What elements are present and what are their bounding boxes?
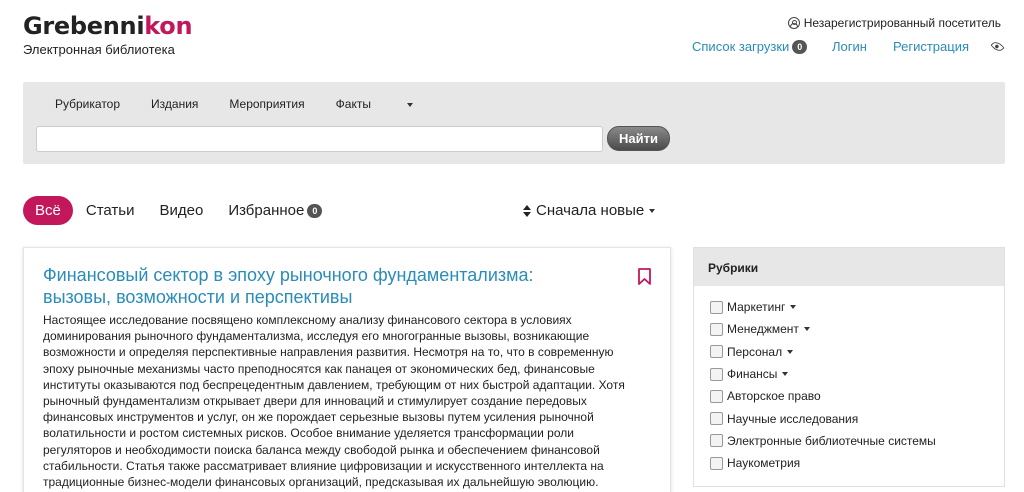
tab-articles[interactable]: Статьи [86,202,135,219]
sort-label: Сначала новые [536,202,645,219]
logo-text-main: Grebenni [23,12,145,40]
sidebar-title: Рубрики [694,248,1004,286]
rubric-label: Финансы [727,367,778,382]
rubric-item-finance[interactable]: Финансы [710,363,1004,385]
tab-favorites-label: Избранное [228,202,305,219]
rubric-label: Маркетинг [727,300,786,315]
sort-icon [523,204,532,217]
rubric-label: Персонал [727,344,783,359]
tab-video[interactable]: Видео [159,202,203,219]
chevron-down-icon[interactable] [790,305,797,310]
rubric-list: Маркетинг Менеджмент Персонал Финансы Ав… [694,286,1004,474]
logo-text-accent: kon [144,12,193,40]
checkbox[interactable] [710,345,723,359]
rubric-label: Наукометрия [727,456,801,471]
rubric-item-research[interactable]: Научные исследования [710,407,1004,429]
rubric-item-library-systems[interactable]: Электронные библиотечные системы [710,430,1004,452]
tab-all[interactable]: Всё [23,196,73,225]
checkbox[interactable] [710,456,723,470]
menu-item-events[interactable]: Мероприятия [229,97,304,111]
favorites-count-badge: 0 [307,203,323,218]
sort-dropdown[interactable]: Сначала новые [523,202,656,219]
article-card: Финансовый сектор в эпоху рыночного фунд… [23,247,671,492]
rubric-label: Авторское право [727,389,821,404]
search-panel: Рубрикатор Издания Мероприятия Факты Най… [23,82,1005,164]
checkbox[interactable] [710,322,723,336]
rubric-item-personnel[interactable]: Персонал [710,341,1004,363]
register-link[interactable]: Регистрация [893,39,969,54]
site-tagline: Электронная библиотека [23,42,175,57]
article-title[interactable]: Финансовый сектор в эпоху рыночного фунд… [43,264,603,308]
user-icon [787,17,800,29]
eye-icon[interactable] [990,39,1005,54]
checkbox[interactable] [710,300,723,314]
checkbox[interactable] [710,367,723,381]
chevron-down-icon [649,208,656,213]
login-link[interactable]: Логин [832,39,867,54]
chevron-down-icon [406,102,413,107]
article-abstract: Настоящее исследование посвящено комплек… [43,313,625,490]
checkbox[interactable] [710,434,723,448]
rubric-item-marketing[interactable]: Маркетинг [710,296,1004,318]
search-button[interactable]: Найти [607,126,670,151]
rubrics-sidebar: Рубрики Маркетинг Менеджмент Персонал Фи… [693,247,1005,487]
downloads-label: Список загрузки [692,39,790,54]
menu-item-rubricator[interactable]: Рубрикатор [55,97,120,111]
downloads-link[interactable]: Список загрузки 0 [692,39,808,54]
rubric-item-management[interactable]: Менеджмент [710,318,1004,340]
rubric-item-copyright[interactable]: Авторское право [710,385,1004,407]
rubric-label: Менеджмент [727,322,799,337]
visitor-label: Незарегистрированный посетитель [803,16,1001,30]
menu-item-editions[interactable]: Издания [151,97,198,111]
chevron-down-icon[interactable] [787,349,794,354]
site-logo[interactable]: Grebennikon [23,12,193,40]
search-input[interactable] [36,126,603,152]
rubric-item-scientometrics[interactable]: Наукометрия [710,452,1004,474]
checkbox[interactable] [710,412,723,426]
main-menu: Рубрикатор Издания Мероприятия Факты [55,97,475,111]
menu-item-facts-label: Факты [335,97,371,111]
rubric-label: Электронные библиотечные системы [727,433,936,448]
chevron-down-icon[interactable] [782,372,789,377]
content-filter-tabs: Всё Статьи Видео Избранное 0 [23,196,347,225]
visitor-status: Незарегистрированный посетитель [787,16,1001,30]
downloads-count-badge: 0 [792,39,808,54]
tab-favorites[interactable]: Избранное 0 [228,202,323,219]
rubric-label: Научные исследования [727,411,859,426]
menu-item-facts[interactable]: Факты [336,97,444,111]
checkbox[interactable] [710,389,723,403]
chevron-down-icon[interactable] [803,327,810,332]
bookmark-icon[interactable] [638,268,651,285]
